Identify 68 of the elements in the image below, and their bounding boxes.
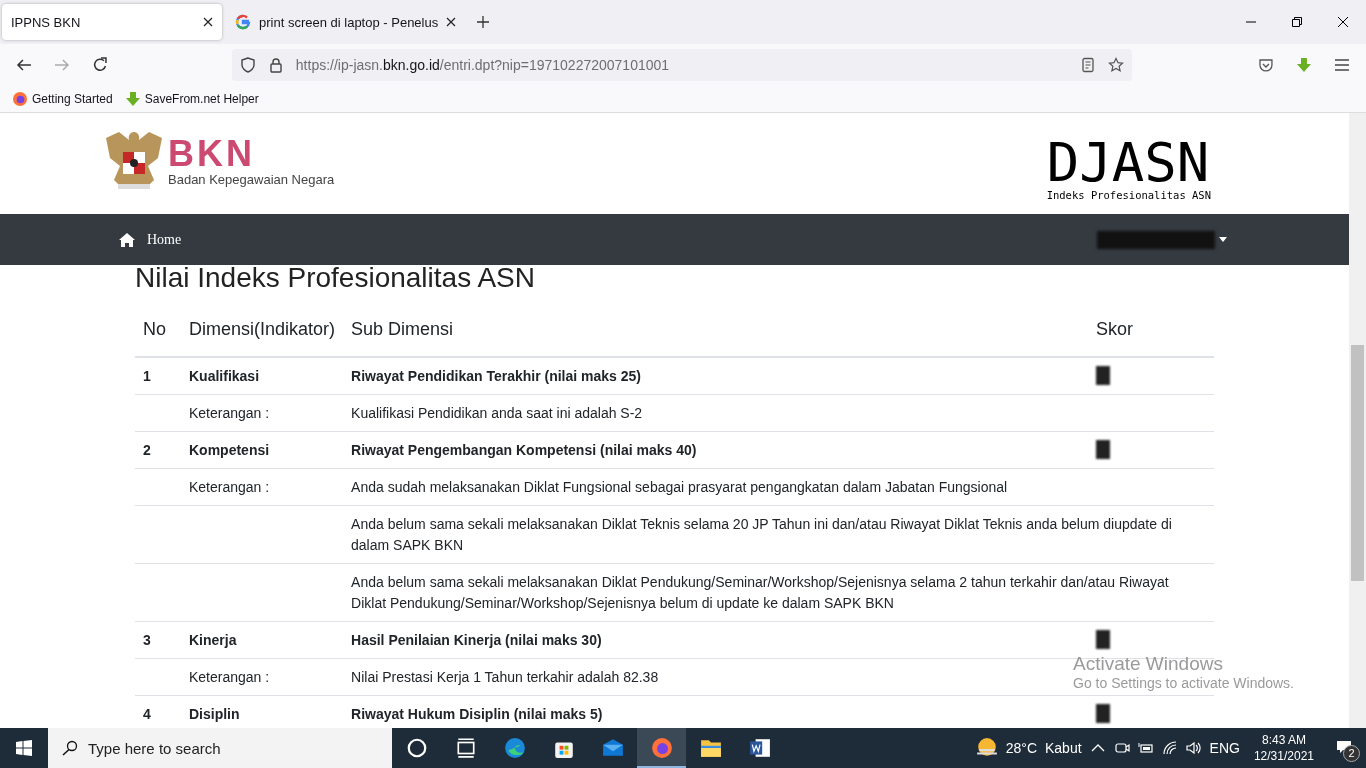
column-header: Dimensi(Indikator): [181, 305, 344, 357]
shield-icon[interactable]: [239, 57, 256, 73]
address-bar[interactable]: https://ip-jasn.bkn.go.id/entri.dpt?nip=197102272007101001: [231, 49, 1133, 81]
home-icon[interactable]: [119, 231, 135, 248]
table-cell: Kualifikasi: [181, 357, 344, 395]
new-tab-icon[interactable]: [477, 16, 490, 28]
firefox-icon: [12, 91, 28, 107]
table-cell: Keterangan :: [189, 669, 270, 685]
table-cell: Anda belum sama sekali melaksanakan Diklat Pendukung/Seminar/Workshop/Sejenisnya selama 2 tahun terkahir dan/atau Riwayat Diklat Pendukung/Seminar/Workshop/Sejenisnya belum di update ke dalam SAPK BKN: [343, 563, 1214, 622]
search-field[interactable]: Type here to search: [48, 728, 392, 768]
star-icon[interactable]: [1108, 57, 1125, 73]
sun-cloud-icon[interactable]: [975, 737, 998, 759]
table-cell: Keterangan :: [189, 479, 270, 495]
edge-icon: [503, 737, 526, 759]
redacted-mark: [1096, 440, 1110, 459]
language-indicator[interactable]: ENG: [1209, 740, 1240, 756]
table-cell: Anda belum sama sekali melaksanakan Diklat Teknis selama 20 JP Tahun ini dan/atau Riwayat Diklat Teknis anda belum diupdate di dalam SAPK BKN: [343, 505, 1214, 564]
logo-subtitle: Badan Kepegawaian Negara: [168, 172, 335, 187]
bookmark-link[interactable]: Getting Started: [12, 91, 113, 107]
word-document-icon: [748, 737, 771, 759]
page-title: Nilai Indeks Profesionalitas ASN: [135, 265, 536, 291]
camera-icon[interactable]: [1113, 740, 1130, 756]
table-cell: 2: [135, 431, 181, 469]
table-cell: Kinerja: [181, 621, 344, 659]
speaker-icon[interactable]: [1185, 740, 1202, 756]
firefox-icon: [650, 737, 673, 759]
column-header: Sub Dimensi: [343, 305, 1088, 357]
redacted-mark: [1096, 630, 1110, 649]
close-icon[interactable]: [203, 17, 213, 27]
table-cell: Keterangan :: [189, 405, 270, 421]
table-cell: Riwayat Pendidikan Terakhir (nilai maks 25): [343, 357, 1088, 395]
wifi-icon[interactable]: [1161, 740, 1178, 756]
circle-icon: [405, 737, 428, 759]
home-link[interactable]: Home: [147, 231, 182, 248]
battery-icon[interactable]: [1137, 740, 1154, 756]
notification-badge: 2: [1343, 744, 1360, 762]
weather-text[interactable]: Kabut: [1045, 740, 1082, 756]
close-icon[interactable]: [446, 17, 457, 27]
logo-wordmark: BKN: [168, 136, 256, 172]
column-header: Skor: [1088, 305, 1214, 357]
caret-icon[interactable]: [1219, 237, 1227, 242]
browser-tab[interactable]: print screen di laptop - Penelus: [226, 4, 466, 40]
table-cell: Kualifikasi Pendidikan anda saat ini adalah S-2: [343, 394, 1214, 432]
task-view-icon: [454, 737, 477, 759]
table-cell: 3: [135, 621, 181, 659]
brand-subtitle: Indeks Profesionalitas ASN: [1046, 188, 1211, 201]
temperature-text[interactable]: 28°C: [1005, 740, 1037, 756]
table-cell: Anda sudah melaksanakan Diklat Fungsional sebagai prasyarat pengangkatan dalam Jabatan Fungsional: [343, 468, 1214, 506]
browser-tab[interactable]: IPPNS BKN: [2, 4, 222, 40]
redacted-mark: [1096, 704, 1110, 723]
brand-title: DJASN: [1046, 136, 1210, 189]
google-icon: [235, 14, 251, 30]
lock-icon[interactable]: [267, 57, 284, 73]
table-cell: Riwayat Pengembangan Kompetensi (nilai maks 40): [343, 431, 1088, 469]
table-cell: 1: [135, 357, 181, 395]
folder-icon: [699, 737, 722, 759]
clock[interactable]: 8:43 AM 12/31/2021: [1247, 732, 1320, 764]
scrollbar[interactable]: [1349, 113, 1366, 728]
activation-hint: Go to Settings to activate Windows.: [1073, 675, 1294, 691]
table-cell: Kompetensi: [181, 431, 344, 469]
download-arrow-icon: [124, 91, 141, 107]
reader-view-icon[interactable]: [1080, 57, 1097, 73]
mail-envelope-icon: [601, 737, 624, 759]
search-icon: [62, 740, 78, 756]
url-text: https://ip-jasn.bkn.go.id/entri.dpt?nip=197102272007101001: [295, 57, 670, 73]
bookmark-link[interactable]: SaveFrom.net Helper: [124, 91, 259, 107]
column-header: No: [135, 305, 181, 357]
redacted-mark: [1096, 366, 1110, 385]
